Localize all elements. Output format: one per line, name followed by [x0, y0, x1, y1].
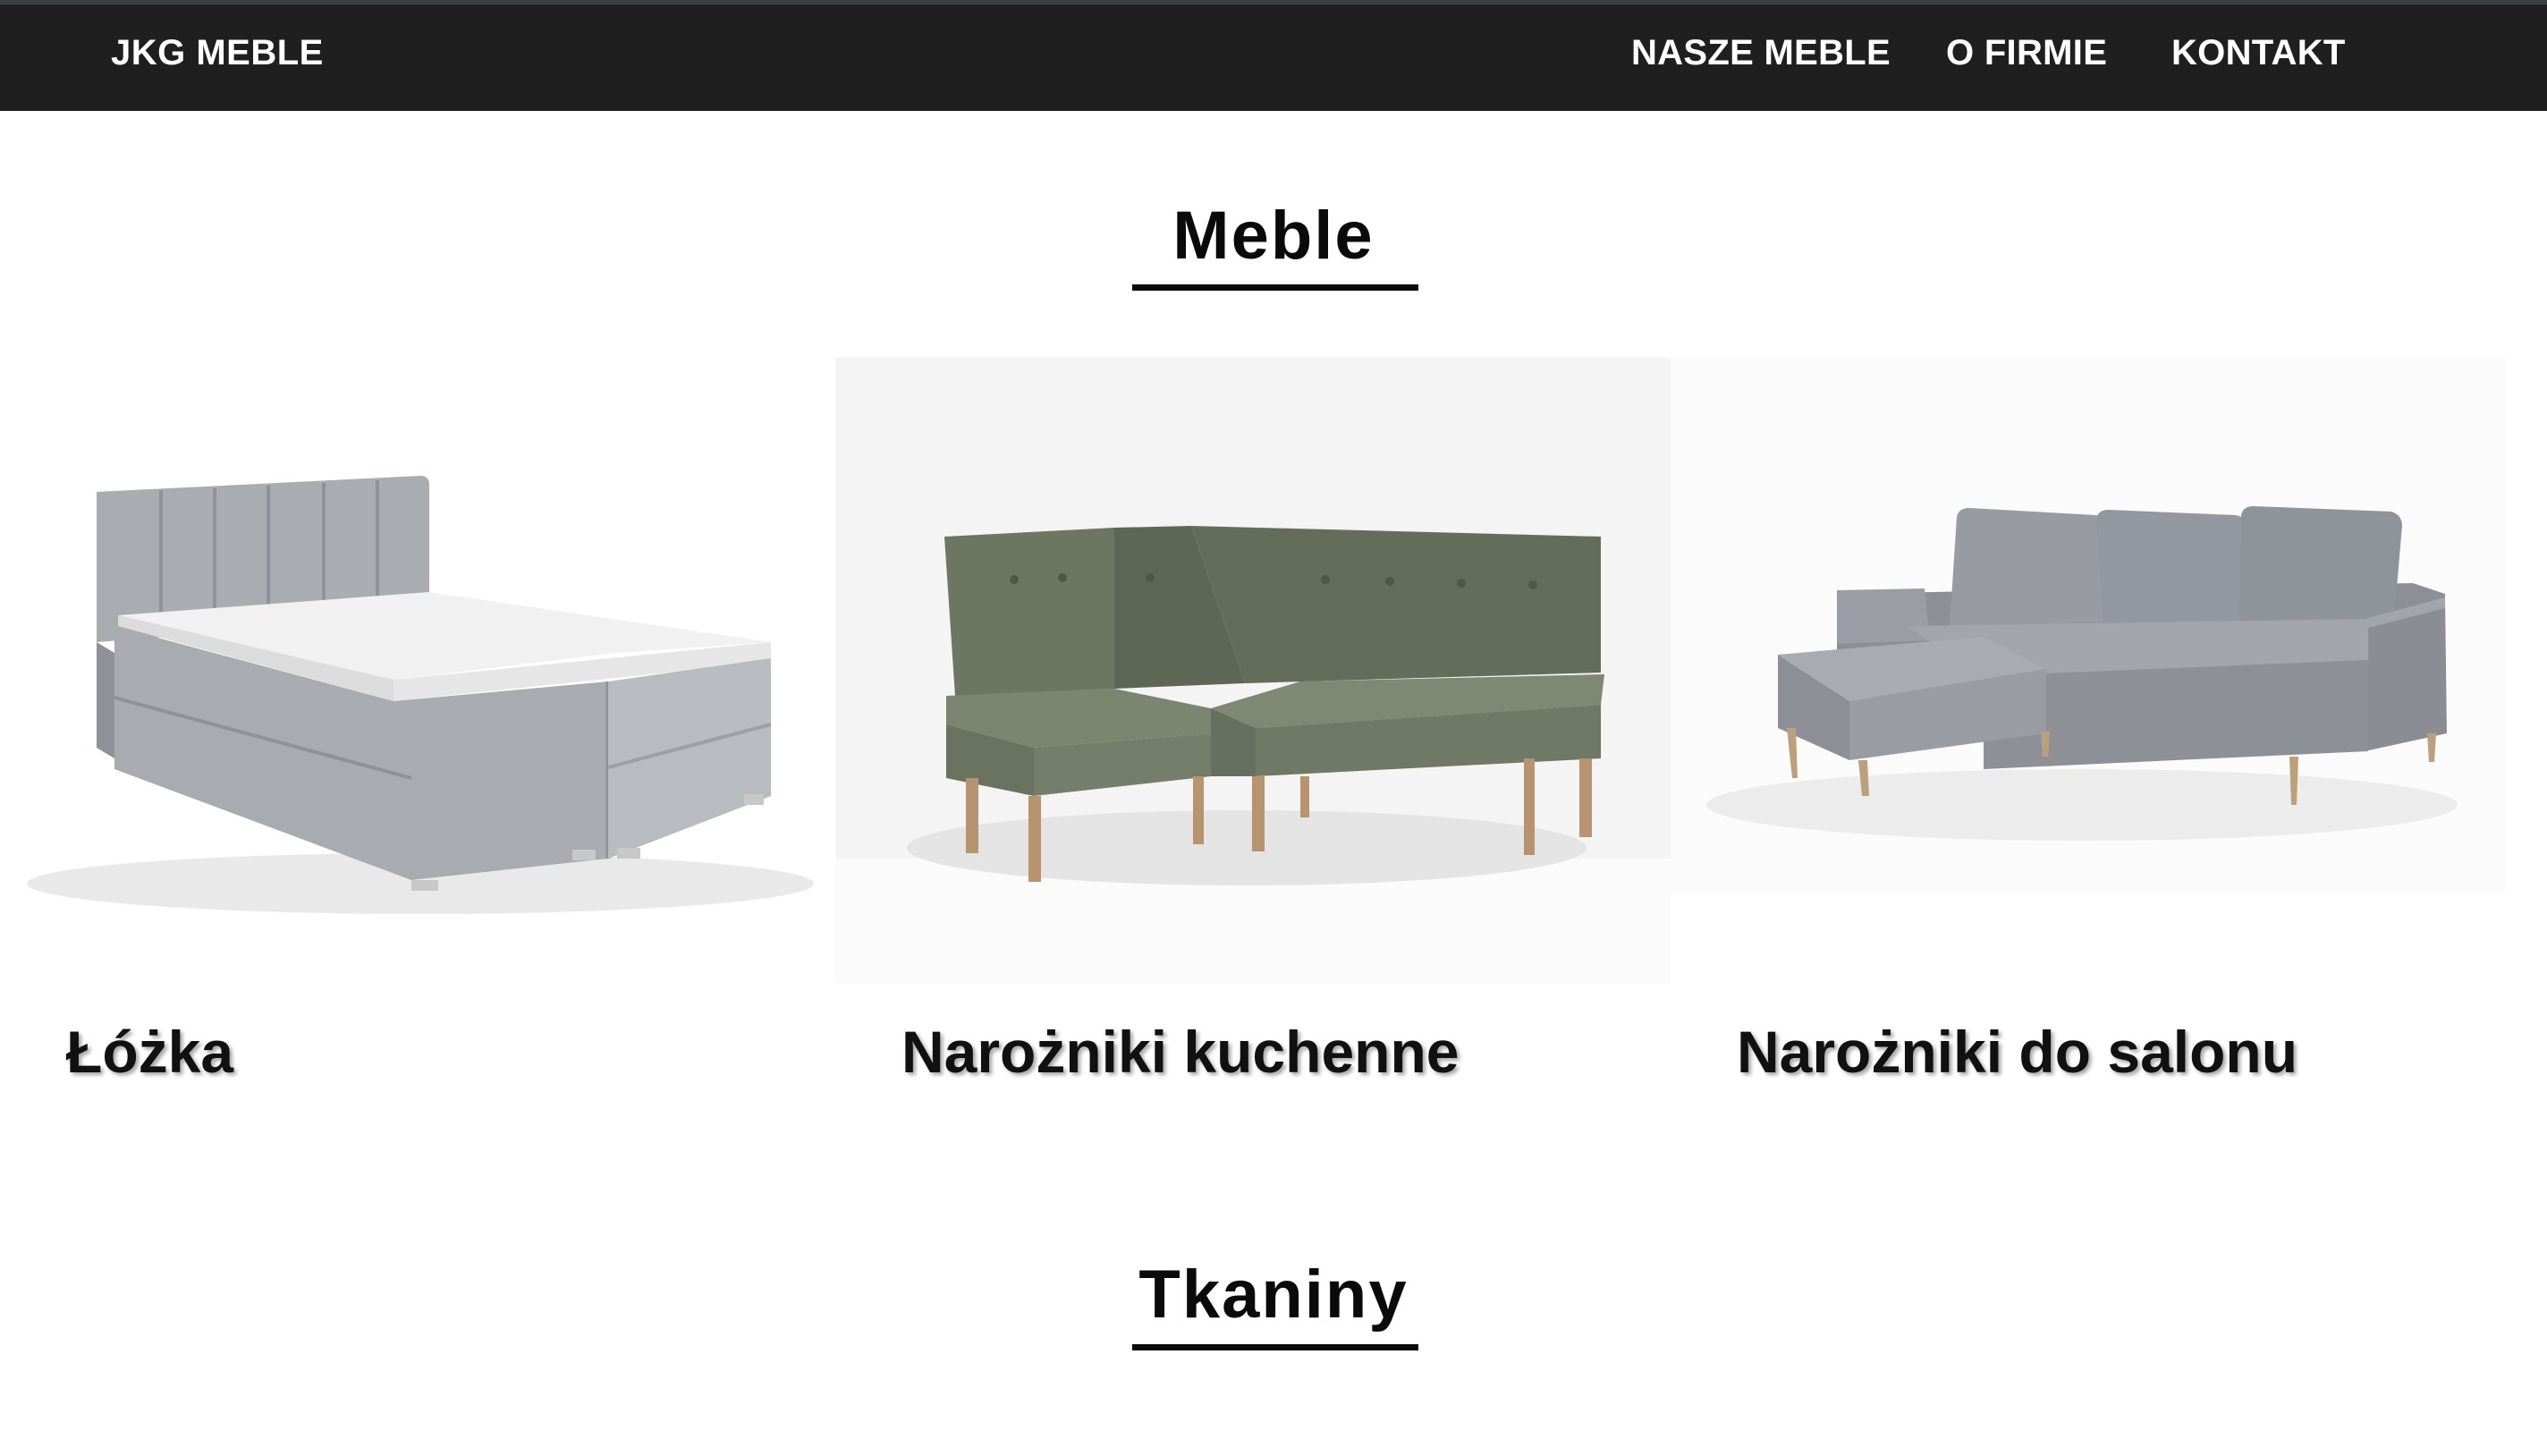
section-title-underline — [1132, 284, 1418, 291]
brand-logo-link[interactable]: JKG MEBLE — [111, 33, 324, 73]
product-card-lozka[interactable]: Łóżka — [0, 358, 835, 1085]
top-navbar: JKG MEBLE NASZE MEBLE O FIRMIE KONTAKT — [0, 0, 2547, 111]
kitchen-corner-bench-image[interactable] — [835, 358, 1671, 984]
product-card-narozniki-do-salonu[interactable]: Narożniki do salonu — [1671, 358, 2506, 1085]
section-title-tkaniny: Tkaniny — [1138, 1257, 1409, 1333]
bed-image[interactable] — [0, 358, 835, 984]
living-room-corner-sofa-image[interactable] — [1671, 358, 2506, 984]
nav-link-kontakt[interactable]: KONTAKT — [2171, 33, 2346, 73]
section-title-meble: Meble — [1172, 198, 1375, 274]
nav-link-o-firmie[interactable]: O FIRMIE — [1946, 33, 2107, 73]
product-card-narozniki-kuchenne[interactable]: Narożniki kuchenne — [835, 358, 1671, 1085]
product-title-narozniki-kuchenne[interactable]: Narożniki kuchenne — [901, 1018, 1460, 1086]
section-title-underline — [1132, 1344, 1418, 1350]
product-title-lozka[interactable]: Łóżka — [66, 1018, 233, 1086]
product-title-narozniki-do-salonu[interactable]: Narożniki do salonu — [1737, 1018, 2297, 1086]
nav-link-nasze-meble[interactable]: NASZE MEBLE — [1631, 33, 1891, 73]
